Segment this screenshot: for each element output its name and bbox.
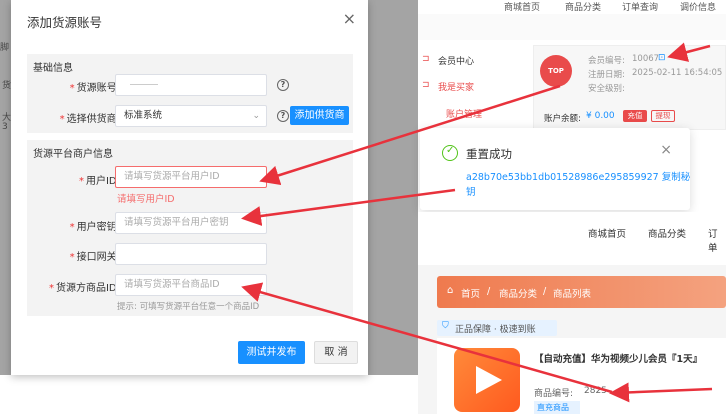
- annotation-arrows: [241, 42, 713, 403]
- arrow-member-no: [667, 42, 711, 62]
- arrow-user-secret: [241, 188, 456, 226]
- arrow-user-id: [259, 84, 561, 185]
- arrow-product-no: [609, 382, 713, 403]
- arrow-product-id: [241, 282, 613, 394]
